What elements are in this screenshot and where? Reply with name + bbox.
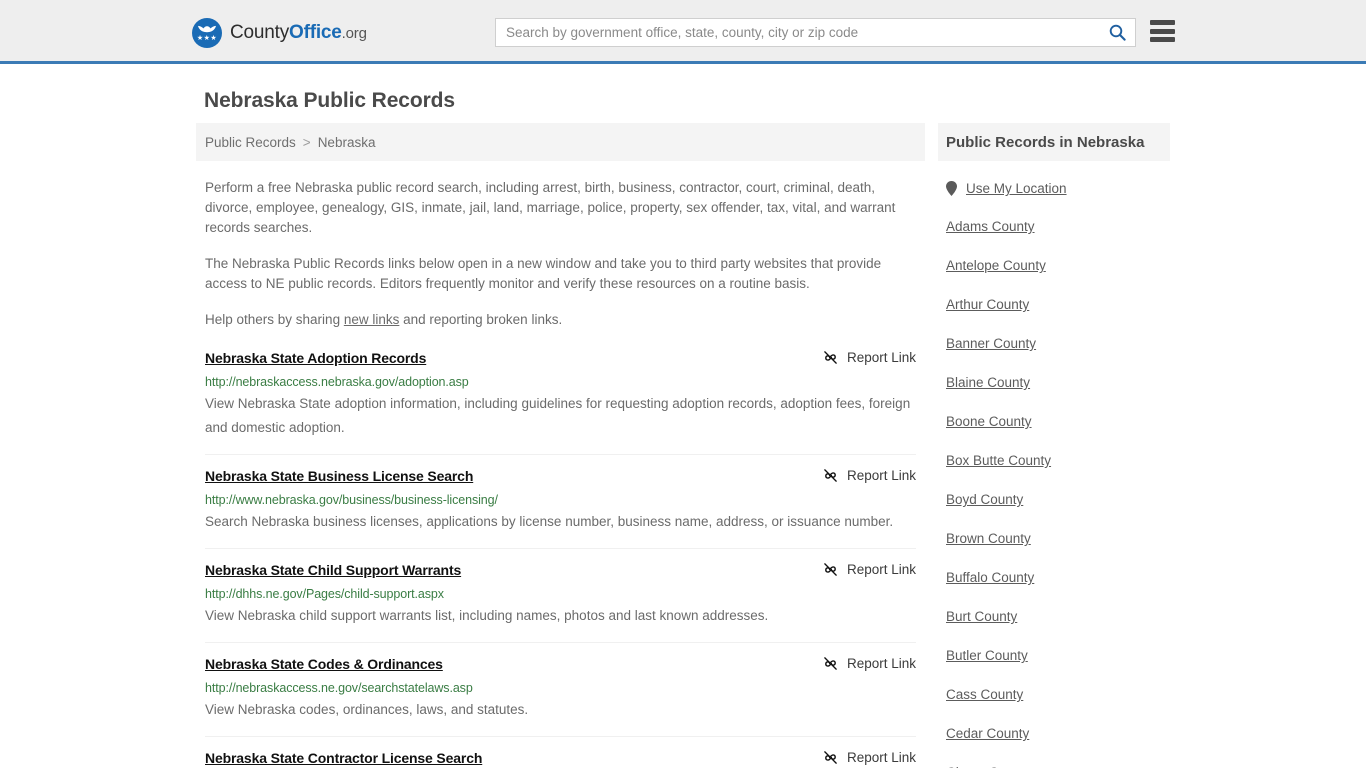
list-item: Butler County (946, 647, 1170, 665)
result-url-link[interactable]: http://nebraskaccess.ne.gov/searchstatel… (205, 681, 916, 695)
intro-paragraph-2: The Nebraska Public Records links below … (205, 256, 882, 291)
report-link-label: Report Link (846, 656, 916, 671)
report-link-button[interactable]: Report Link (823, 468, 916, 483)
breadcrumb-link-public-records[interactable]: Public Records (205, 135, 296, 150)
use-my-location-link[interactable]: Use My Location (938, 181, 1170, 196)
county-link[interactable]: Blaine County (946, 375, 1030, 390)
report-link-button[interactable]: Report Link (823, 350, 916, 365)
list-item: Burt County (946, 608, 1170, 626)
use-my-location-label: Use My Location (966, 181, 1067, 196)
broken-link-icon (824, 657, 837, 670)
results-list: Nebraska State Adoption Records Report L… (196, 350, 925, 768)
county-link[interactable]: Boone County (946, 414, 1032, 429)
page-title: Nebraska Public Records (204, 89, 455, 112)
list-item: Banner County (946, 335, 1170, 353)
county-link[interactable]: Box Butte County (946, 453, 1051, 468)
result-title-link[interactable]: Nebraska State Child Support Warrants (205, 562, 461, 578)
result-description: View Nebraska child support warrants lis… (205, 608, 769, 623)
logo-text-county: County (230, 22, 290, 43)
result-item: Nebraska State Codes & Ordinances Report… (205, 656, 916, 737)
list-item: Boyd County (946, 491, 1170, 509)
site-logo[interactable]: ★★★ CountyOffice.org (192, 18, 367, 48)
broken-link-icon (824, 563, 837, 576)
list-item: Buffalo County (946, 569, 1170, 587)
result-title-link[interactable]: Nebraska State Contractor License Search (205, 750, 482, 766)
result-title-link[interactable]: Nebraska State Codes & Ordinances (205, 656, 443, 672)
county-link[interactable]: Arthur County (946, 297, 1029, 312)
broken-link-icon (824, 351, 837, 364)
hamburger-menu-button[interactable] (1150, 20, 1175, 42)
logo-wordmark: CountyOffice.org (230, 22, 367, 44)
hamburger-bar-1 (1150, 20, 1175, 25)
hamburger-bar-3 (1150, 37, 1175, 42)
list-item: Adams County (946, 218, 1170, 236)
county-link[interactable]: Cedar County (946, 726, 1029, 741)
main-content-column: Public Records > Nebraska Perform a free… (196, 123, 925, 768)
result-description: Search Nebraska business licenses, appli… (205, 514, 894, 529)
list-item: Antelope County (946, 257, 1170, 275)
logo-stars: ★★★ (196, 35, 218, 42)
list-item: Arthur County (946, 296, 1170, 314)
county-link[interactable]: Butler County (946, 648, 1028, 663)
intro-p3-before: Help others by sharing (205, 312, 344, 327)
result-item: Nebraska State Business License Search R… (205, 468, 916, 549)
new-links-link[interactable]: new links (344, 312, 400, 327)
logo-text-office: Office (289, 22, 342, 43)
intro-p3-after: and reporting broken links. (399, 312, 563, 327)
breadcrumb: Public Records > Nebraska (196, 123, 925, 161)
result-title-link[interactable]: Nebraska State Adoption Records (205, 350, 426, 366)
county-link[interactable]: Adams County (946, 219, 1035, 234)
search-button[interactable] (1099, 19, 1135, 46)
result-description: View Nebraska codes, ordinances, laws, a… (205, 702, 529, 717)
broken-link-icon (824, 751, 837, 764)
breadcrumb-separator: > (302, 134, 311, 150)
county-link[interactable]: Boyd County (946, 492, 1023, 507)
result-item: Nebraska State Child Support Warrants Re… (205, 562, 916, 643)
report-link-label: Report Link (846, 468, 916, 483)
hamburger-bar-2 (1150, 28, 1175, 34)
report-link-button[interactable]: Report Link (823, 750, 916, 765)
breadcrumb-current-nebraska: Nebraska (317, 134, 376, 150)
county-link[interactable]: Buffalo County (946, 570, 1034, 585)
site-header: ★★★ CountyOffice.org (0, 0, 1366, 64)
county-link[interactable]: Burt County (946, 609, 1017, 624)
report-link-button[interactable]: Report Link (823, 562, 916, 577)
county-list: Adams County Antelope County Arthur Coun… (938, 218, 1170, 768)
result-item: Nebraska State Adoption Records Report L… (205, 350, 916, 455)
list-item: Boone County (946, 413, 1170, 431)
logo-text-dotorg: .org (341, 25, 367, 42)
sidebar-heading: Public Records in Nebraska (938, 123, 1170, 161)
result-url-link[interactable]: http://www.nebraska.gov/business/busines… (205, 493, 916, 507)
list-item: Blaine County (946, 374, 1170, 392)
list-item: Cass County (946, 686, 1170, 704)
list-item: Box Butte County (946, 452, 1170, 470)
report-link-button[interactable]: Report Link (823, 656, 916, 671)
result-description: View Nebraska State adoption information… (205, 396, 911, 435)
search-icon (1109, 24, 1126, 41)
report-link-label: Report Link (846, 562, 916, 577)
intro-paragraph-1: Perform a free Nebraska public record se… (205, 180, 896, 235)
sidebar: Public Records in Nebraska Use My Locati… (938, 123, 1170, 768)
report-link-label: Report Link (846, 750, 916, 765)
result-item: Nebraska State Contractor License Search… (205, 750, 916, 768)
result-title-link[interactable]: Nebraska State Business License Search (205, 468, 473, 484)
result-url-link[interactable]: http://dhhs.ne.gov/Pages/child-support.a… (205, 587, 916, 601)
search-bar[interactable] (495, 18, 1136, 47)
county-office-logo-icon: ★★★ (192, 18, 222, 48)
map-pin-icon (946, 181, 957, 196)
search-input[interactable] (496, 19, 1099, 46)
list-item: Brown County (946, 530, 1170, 548)
county-link[interactable]: Banner County (946, 336, 1036, 351)
report-link-label: Report Link (846, 350, 916, 365)
intro-paragraph-3: Help others by sharing new links and rep… (205, 310, 916, 330)
intro-section: Perform a free Nebraska public record se… (196, 178, 925, 330)
broken-link-icon (824, 469, 837, 482)
list-item: Cedar County (946, 725, 1170, 743)
county-link[interactable]: Antelope County (946, 258, 1046, 273)
county-link[interactable]: Cass County (946, 687, 1023, 702)
result-url-link[interactable]: http://nebraskaccess.nebraska.gov/adopti… (205, 375, 916, 389)
county-link[interactable]: Brown County (946, 531, 1031, 546)
list-item: Chase County (946, 764, 1170, 768)
